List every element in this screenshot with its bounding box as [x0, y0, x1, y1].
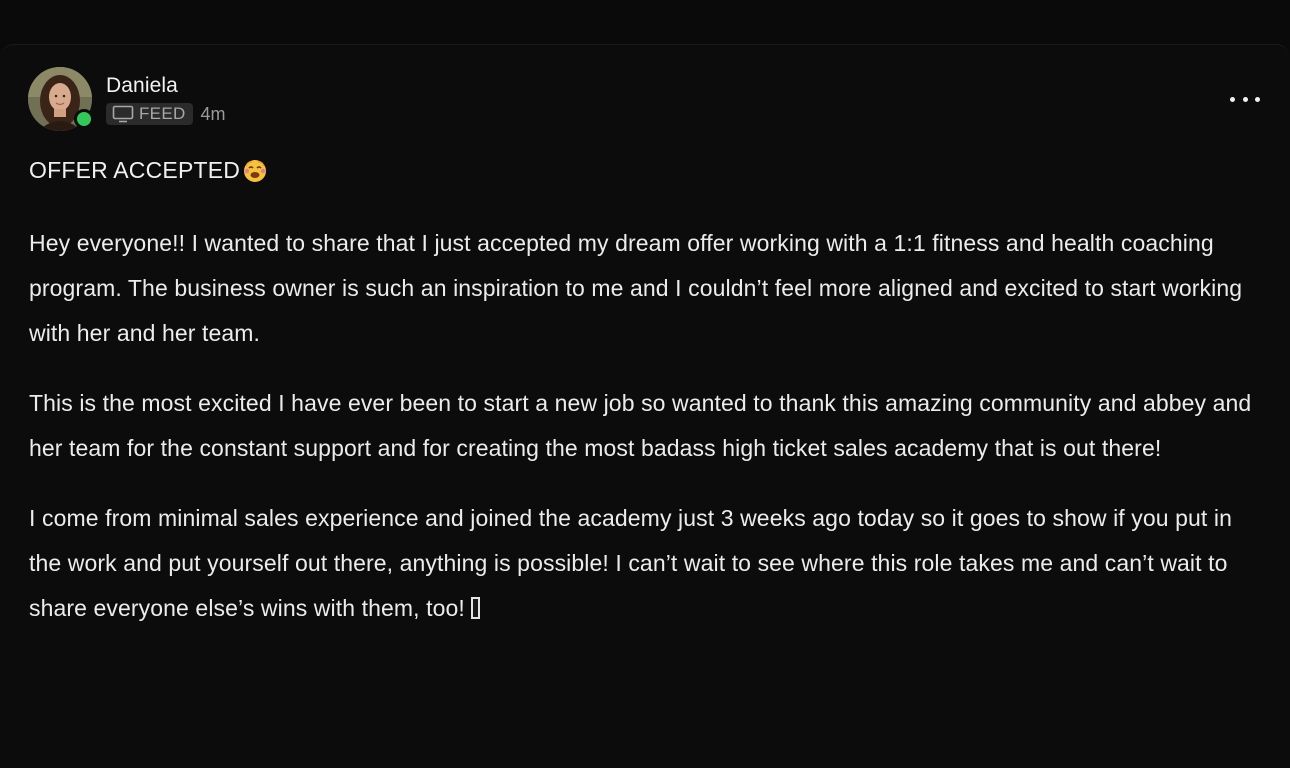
post-title: OFFER ACCEPTED	[29, 157, 268, 184]
window-top-strip	[0, 0, 1290, 44]
post-paragraph-3-text: I come from minimal sales experience and…	[29, 505, 1233, 621]
more-options-button[interactable]	[1230, 89, 1260, 109]
post-header: Daniela FEED 4m	[28, 67, 226, 131]
post-title-text: OFFER ACCEPTED	[29, 157, 241, 183]
post-card: Daniela FEED 4m OFFER ACCEPTED Hey every…	[0, 44, 1290, 768]
post-paragraph-1: Hey everyone!! I wanted to share that I …	[29, 230, 1243, 346]
channel-chip[interactable]: FEED	[106, 103, 193, 125]
post-body: Hey everyone!! I wanted to share that I …	[29, 221, 1259, 656]
online-status-indicator	[74, 109, 94, 129]
channel-label: FEED	[139, 104, 186, 123]
more-dot	[1242, 96, 1248, 102]
post-timestamp: 4m	[200, 103, 226, 124]
post-meta: Daniela FEED 4m	[106, 67, 226, 125]
post-meta-row: FEED 4m	[106, 103, 226, 125]
author-name[interactable]: Daniela	[106, 73, 226, 99]
unsupported-emoji-icon	[470, 597, 480, 619]
monitor-icon	[112, 105, 134, 123]
post-paragraph-3: I come from minimal sales experience and…	[29, 496, 1259, 631]
face-with-tears-emoji	[244, 159, 267, 182]
more-dot	[1255, 96, 1260, 102]
more-horizontal-icon	[1230, 96, 1235, 102]
post-paragraph-2: This is the most excited I have ever bee…	[29, 390, 1252, 461]
author-avatar[interactable]	[28, 67, 94, 131]
